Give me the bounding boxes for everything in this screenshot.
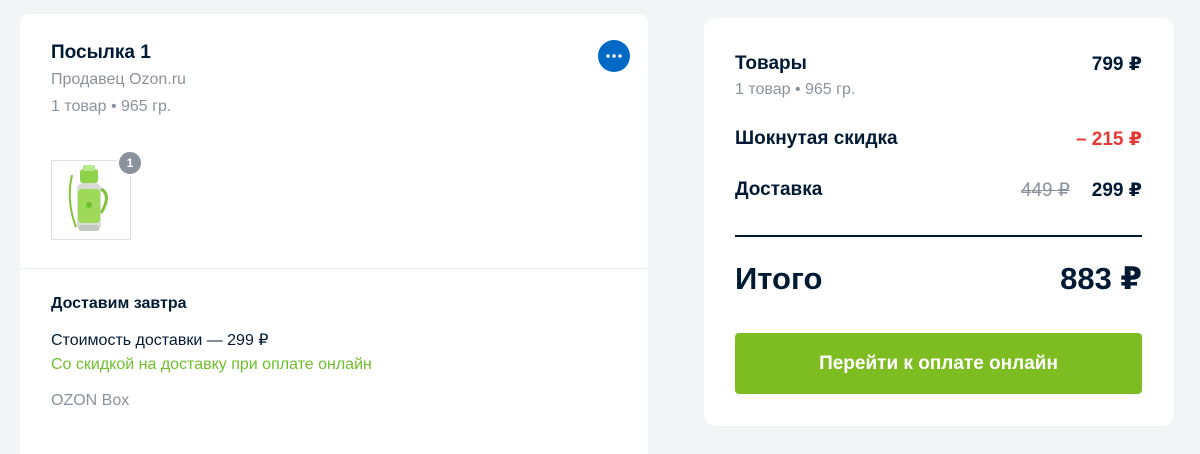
total-divider bbox=[735, 235, 1142, 237]
delivery-discount-note: Со скидкой на доставку при оплате онлайн bbox=[51, 356, 372, 373]
pay-online-button[interactable]: Перейти к оплате онлайн bbox=[735, 333, 1142, 394]
goods-label: Товары bbox=[735, 53, 807, 74]
quantity-badge: 1 bbox=[117, 150, 143, 176]
discount-value: – 215 ₽ bbox=[1075, 129, 1142, 150]
parcel-title: Посылка 1 bbox=[51, 42, 151, 63]
thermos-product-image bbox=[68, 165, 108, 231]
order-summary-card: Товары 799 ₽ 1 товар • 965 гр. Шокнутая … bbox=[704, 18, 1174, 426]
delivery-title: Доставим завтра bbox=[51, 295, 187, 312]
seller-name: Продавец Ozon.ru bbox=[51, 71, 186, 88]
more-options-button[interactable] bbox=[598, 40, 630, 72]
delivery-cost: Стоимость доставки — 299 ₽ bbox=[51, 332, 269, 349]
delivery-method: OZON Box bbox=[51, 392, 130, 409]
shipping-label: Доставка bbox=[735, 179, 823, 200]
parcel-meta: 1 товар • 965 гр. bbox=[51, 98, 172, 115]
shipping-value: 299 ₽ bbox=[1091, 180, 1142, 201]
more-dots-icon bbox=[606, 54, 622, 58]
parcel-card: Посылка 1 Продавец Ozon.ru 1 товар • 965… bbox=[20, 14, 648, 454]
shipping-old-value: 449 ₽ bbox=[1020, 180, 1070, 201]
total-label: Итого bbox=[735, 261, 823, 296]
goods-meta: 1 товар • 965 гр. bbox=[735, 81, 856, 98]
discount-label: Шокнутая скидка bbox=[735, 128, 898, 149]
section-divider bbox=[20, 268, 648, 269]
total-value: 883 ₽ bbox=[1060, 261, 1142, 296]
goods-value: 799 ₽ bbox=[1091, 54, 1142, 75]
product-thumbnail[interactable] bbox=[51, 160, 131, 240]
